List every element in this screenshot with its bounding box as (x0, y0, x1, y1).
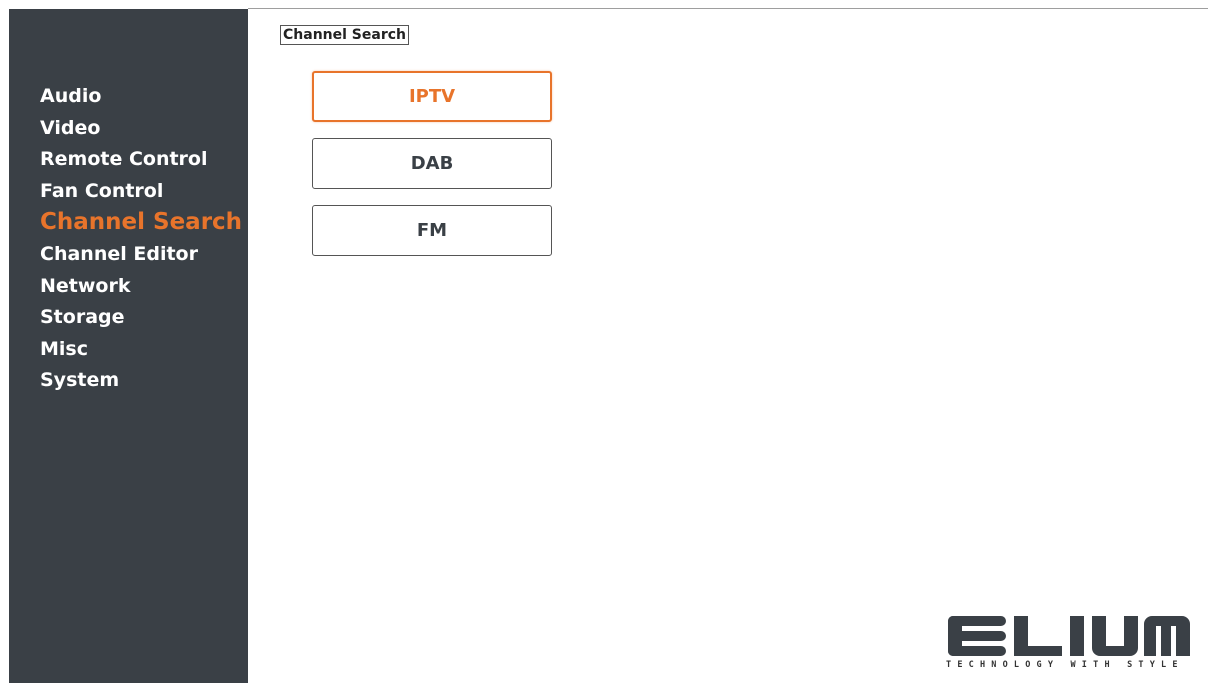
sidebar-item-audio[interactable]: Audio (40, 81, 242, 113)
settings-screen: Audio Video Remote Control Fan Control C… (0, 0, 1208, 683)
top-divider (248, 8, 1208, 9)
sidebar-item-remote-control[interactable]: Remote Control (40, 144, 242, 176)
sidebar-menu: Audio Video Remote Control Fan Control C… (40, 81, 242, 397)
sidebar-item-channel-editor[interactable]: Channel Editor (40, 239, 242, 271)
sidebar-item-fan-control[interactable]: Fan Control (40, 176, 242, 208)
dab-search-button[interactable]: DAB (312, 138, 552, 189)
fm-search-button[interactable]: FM (312, 205, 552, 256)
sidebar-item-storage[interactable]: Storage (40, 302, 242, 334)
brand-tagline: TECHNOLOGY WITH STYLE (946, 660, 1184, 670)
sidebar-item-misc[interactable]: Misc (40, 334, 242, 366)
sidebar-item-network[interactable]: Network (40, 271, 242, 303)
sidebar-item-video[interactable]: Video (40, 113, 242, 145)
iptv-search-button[interactable]: IPTV (312, 71, 552, 122)
page-title: Channel Search (280, 25, 409, 45)
sidebar-item-channel-search[interactable]: Channel Search (40, 207, 242, 239)
sidebar-item-system[interactable]: System (40, 365, 242, 397)
sidebar: Audio Video Remote Control Fan Control C… (9, 9, 248, 683)
